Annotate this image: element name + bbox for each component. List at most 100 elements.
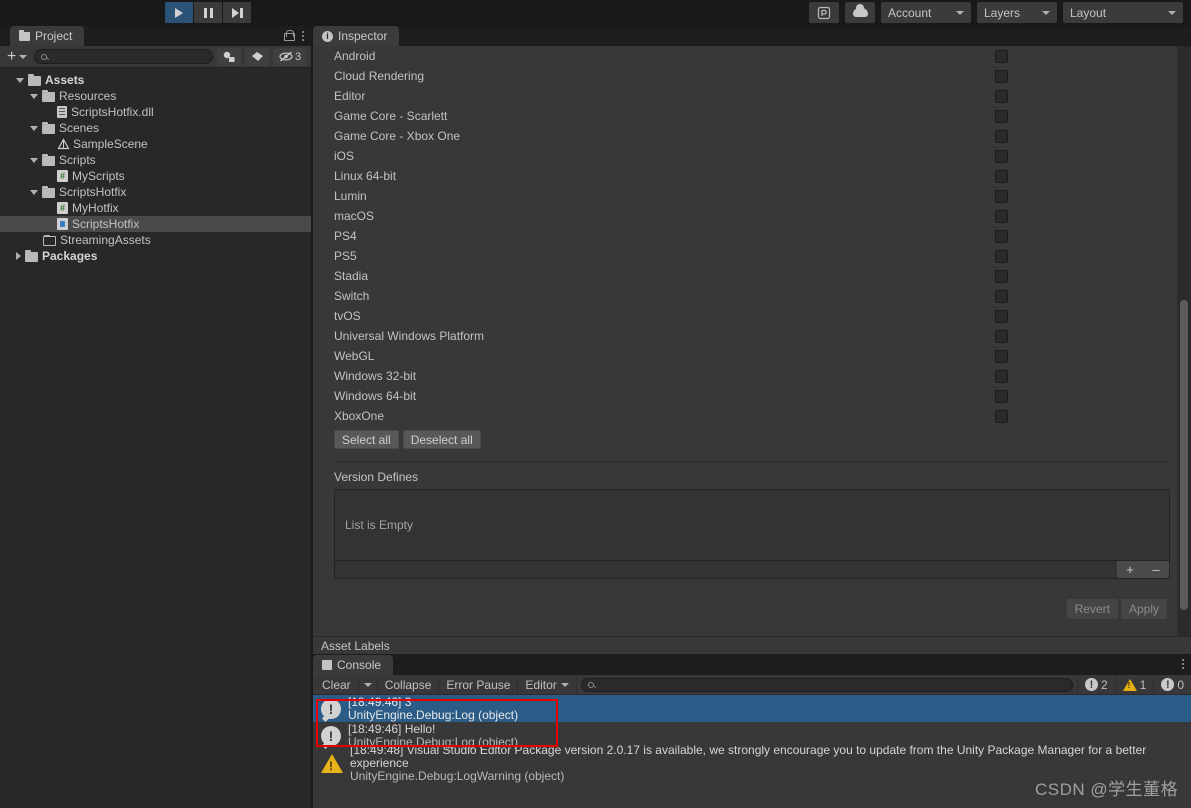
platform-checkbox[interactable]	[995, 369, 1008, 383]
project-tree-item[interactable]: StreamingAssets	[0, 232, 311, 248]
project-menu-icon[interactable]	[302, 30, 304, 41]
project-tree-item[interactable]: ScriptsHotfix	[0, 184, 311, 200]
project-tree-item[interactable]: # MyHotfix	[0, 200, 311, 216]
platform-row[interactable]: WebGL	[313, 346, 1191, 366]
console-log-entry[interactable]: [18:49:48] Visual Studio Editor Package …	[313, 743, 1191, 782]
clear-dropdown[interactable]	[359, 675, 378, 694]
console-search[interactable]	[580, 677, 1073, 692]
platform-checkbox[interactable]	[995, 169, 1008, 183]
chevron-right-icon[interactable]	[16, 252, 21, 260]
platform-row[interactable]: Linux 64-bit	[313, 166, 1191, 186]
warning-count[interactable]: 1	[1114, 675, 1154, 694]
collapse-toggle[interactable]: Collapse	[378, 675, 440, 694]
platform-row[interactable]: Lumin	[313, 186, 1191, 206]
create-asset-button[interactable]: +	[4, 48, 30, 64]
layers-dropdown[interactable]: Layers	[977, 2, 1057, 23]
platform-row[interactable]: tvOS	[313, 306, 1191, 326]
clear-button[interactable]: Clear	[315, 675, 359, 694]
platform-row[interactable]: Game Core - Xbox One	[313, 126, 1191, 146]
platform-checkbox[interactable]	[995, 129, 1008, 143]
platform-checkbox[interactable]	[995, 289, 1008, 303]
lock-icon[interactable]	[284, 30, 295, 41]
chevron-down-icon[interactable]	[30, 93, 38, 99]
info-count[interactable]: ! 0	[1153, 675, 1191, 694]
collapse-label: Collapse	[384, 677, 432, 692]
platform-checkbox[interactable]	[995, 269, 1008, 283]
collab-button[interactable]	[809, 2, 839, 23]
chevron-down-icon[interactable]	[16, 77, 24, 83]
project-tree-item[interactable]: SampleScene	[0, 136, 311, 152]
platform-row[interactable]: Universal Windows Platform	[313, 326, 1191, 346]
project-tree-item[interactable]: ScriptsHotfix.dll	[0, 104, 311, 120]
project-search[interactable]	[34, 49, 213, 64]
platform-checkbox[interactable]	[995, 189, 1008, 203]
platform-row[interactable]: Game Core - Scarlett	[313, 106, 1191, 126]
project-tree-item[interactable]: Assets	[0, 72, 311, 88]
hidden-packages-toggle[interactable]: 3	[273, 47, 307, 66]
console-log-entry[interactable]: ! [18:49:46] 3 UnityEngine.Debug:Log (obje…	[313, 695, 1191, 722]
platform-checkbox[interactable]	[995, 229, 1008, 243]
select-all-button[interactable]: Select all	[334, 430, 399, 449]
platform-row[interactable]: XboxOne	[313, 406, 1191, 426]
platform-checkbox[interactable]	[995, 309, 1008, 323]
tab-project[interactable]: Project	[10, 26, 85, 46]
platform-checkbox[interactable]	[995, 349, 1008, 363]
platform-row[interactable]: Android	[313, 46, 1191, 66]
platform-row[interactable]: iOS	[313, 146, 1191, 166]
filter-by-type-button[interactable]	[217, 47, 241, 66]
chevron-down-icon[interactable]	[30, 125, 38, 131]
step-button[interactable]	[223, 2, 251, 23]
platform-checkbox[interactable]	[995, 149, 1008, 163]
platform-row[interactable]: Cloud Rendering	[313, 66, 1191, 86]
play-button[interactable]	[165, 2, 193, 23]
deselect-all-button[interactable]: Deselect all	[402, 430, 481, 449]
error-pause-toggle[interactable]: Error Pause	[439, 675, 519, 694]
account-dropdown[interactable]: Account	[881, 2, 971, 23]
platform-checkbox[interactable]	[995, 249, 1008, 263]
platform-row[interactable]: Windows 32-bit	[313, 366, 1191, 386]
filter-by-label-button[interactable]	[245, 47, 269, 66]
project-tree-item[interactable]: Resources	[0, 88, 311, 104]
platform-checkbox[interactable]	[995, 409, 1008, 423]
cloud-button[interactable]	[845, 2, 875, 23]
add-define-button[interactable]: +	[1126, 562, 1134, 577]
layout-dropdown[interactable]: Layout	[1063, 2, 1183, 23]
platform-checkbox[interactable]	[995, 389, 1008, 403]
tab-inspector[interactable]: i Inspector	[313, 26, 400, 46]
platform-checkbox[interactable]	[995, 49, 1008, 63]
console-menu-icon[interactable]	[1182, 659, 1184, 669]
platform-checkbox[interactable]	[995, 69, 1008, 83]
project-tree-item[interactable]: Scripts	[0, 152, 311, 168]
folder-icon	[42, 154, 55, 166]
platform-row[interactable]: macOS	[313, 206, 1191, 226]
platform-row[interactable]: Windows 64-bit	[313, 386, 1191, 406]
platform-row[interactable]: PS4	[313, 226, 1191, 246]
project-tree-item[interactable]: ScriptsHotfix	[0, 216, 311, 232]
platform-checkbox[interactable]	[995, 209, 1008, 223]
platform-row[interactable]: Editor	[313, 86, 1191, 106]
pause-button[interactable]	[194, 2, 222, 23]
project-search-input[interactable]	[51, 50, 206, 63]
revert-button[interactable]: Revert	[1066, 599, 1118, 619]
inspector-scroll-thumb[interactable]	[1180, 300, 1188, 610]
error-count[interactable]: ! 2	[1076, 675, 1115, 694]
version-defines-list[interactable]: List is Empty	[334, 489, 1170, 561]
asset-labels-section[interactable]: Asset Labels	[313, 636, 1191, 654]
apply-button[interactable]: Apply	[1120, 599, 1167, 619]
tab-console[interactable]: Console	[313, 655, 394, 675]
remove-define-button[interactable]: –	[1152, 562, 1159, 577]
chevron-down-icon[interactable]	[30, 189, 38, 195]
platform-checkbox[interactable]	[995, 109, 1008, 123]
editor-dropdown[interactable]: Editor	[518, 675, 577, 694]
project-tree-item[interactable]: Scenes	[0, 120, 311, 136]
platform-row[interactable]: Stadia	[313, 266, 1191, 286]
platform-row[interactable]: PS5	[313, 246, 1191, 266]
chevron-down-icon[interactable]	[30, 157, 38, 163]
inspector-scrollbar[interactable]	[1177, 46, 1191, 652]
project-tree-item[interactable]: Packages	[0, 248, 311, 264]
console-search-input[interactable]	[597, 678, 1066, 691]
platform-row[interactable]: Switch	[313, 286, 1191, 306]
platform-checkbox[interactable]	[995, 89, 1008, 103]
platform-checkbox[interactable]	[995, 329, 1008, 343]
project-tree-item[interactable]: # MyScripts	[0, 168, 311, 184]
